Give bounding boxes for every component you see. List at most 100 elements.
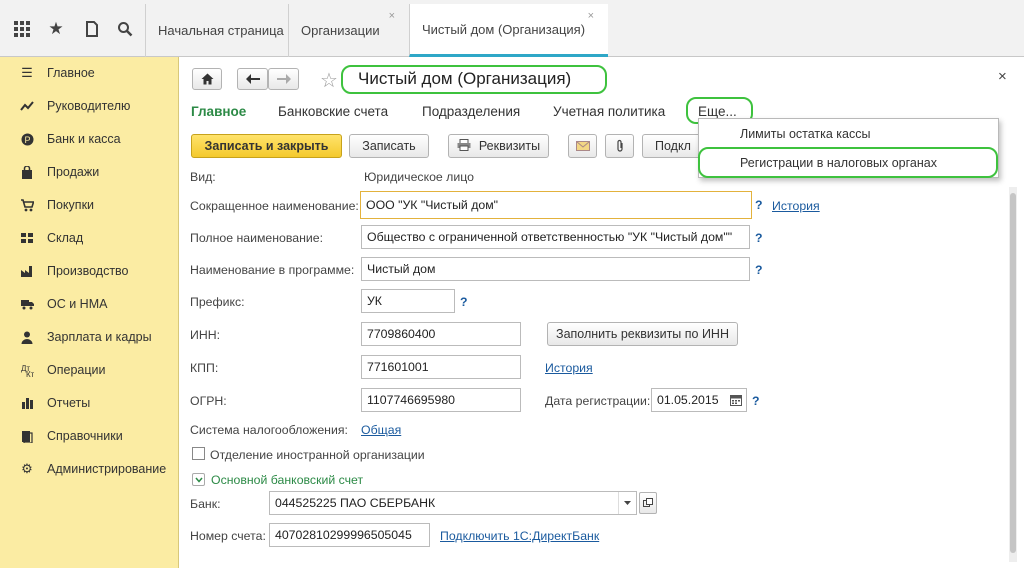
- mail-button[interactable]: [568, 134, 597, 158]
- scrollbar-thumb[interactable]: [1010, 193, 1016, 553]
- bag-icon: [19, 164, 35, 180]
- tab-main[interactable]: Главное: [191, 104, 246, 119]
- tab-home[interactable]: Начальная страница: [145, 4, 288, 57]
- sidebar-item-admin[interactable]: ⚙ Администрирование: [0, 456, 179, 482]
- program-name-label: Наименование в программе:: [190, 263, 355, 277]
- account-label: Номер счета:: [190, 529, 266, 543]
- help-icon[interactable]: ?: [755, 231, 763, 245]
- sidebar: ☰ Главное Руководителю Р Банк и касса Пр…: [0, 57, 179, 568]
- sidebar-item-warehouse[interactable]: Склад: [0, 225, 179, 251]
- open-icon: [643, 498, 653, 507]
- help-icon[interactable]: ?: [755, 198, 763, 212]
- attach-button[interactable]: [605, 134, 634, 158]
- sidebar-item-directories[interactable]: Справочники: [0, 423, 179, 449]
- ogrn-field[interactable]: 1107746695980: [361, 388, 521, 412]
- scrollbar[interactable]: [1009, 187, 1017, 562]
- search-icon[interactable]: [113, 17, 137, 41]
- truck-icon: [19, 296, 35, 312]
- arrow-left-icon: [245, 74, 260, 84]
- account-field[interactable]: 40702810299996505045: [269, 523, 430, 547]
- save-and-close-button[interactable]: Записать и закрыть: [191, 134, 342, 158]
- sidebar-item-salary[interactable]: Зарплата и кадры: [0, 324, 179, 350]
- dropdown-arrow-icon[interactable]: [618, 492, 636, 514]
- sidebar-item-label: ОС и НМА: [47, 297, 108, 311]
- save-button[interactable]: Записать: [349, 134, 429, 158]
- tab-organizations[interactable]: Организации ×: [288, 4, 409, 57]
- menu-item-cash-limits[interactable]: Лимиты остатка кассы: [740, 127, 870, 141]
- prefix-field[interactable]: УК: [361, 289, 455, 313]
- close-icon[interactable]: ×: [998, 68, 1007, 85]
- inn-label: ИНН:: [190, 328, 221, 342]
- paperclip-icon: [616, 139, 623, 152]
- chart-icon: [19, 395, 35, 411]
- full-name-field[interactable]: Общество с ограниченной ответственностью…: [361, 225, 750, 249]
- menu-item-tax-registrations[interactable]: Регистрации в налоговых органах: [740, 156, 937, 170]
- sidebar-item-reports[interactable]: Отчеты: [0, 390, 179, 416]
- sidebar-item-purchases[interactable]: Покупки: [0, 192, 179, 218]
- chevron-down-icon: [194, 477, 203, 483]
- person-icon: [19, 329, 35, 345]
- tax-system-label: Система налогообложения:: [190, 423, 348, 437]
- fill-by-inn-button[interactable]: Заполнить реквизиты по ИНН: [547, 322, 738, 346]
- tab-clean-house[interactable]: Чистый дом (Организация) ×: [409, 4, 608, 57]
- tax-system-link[interactable]: Общая: [361, 423, 401, 437]
- home-icon: [201, 73, 213, 85]
- sidebar-item-label: Зарплата и кадры: [47, 330, 152, 344]
- sidebar-item-manager[interactable]: Руководителю: [0, 93, 179, 119]
- bank-label: Банк:: [190, 497, 221, 511]
- factory-icon: [19, 263, 35, 279]
- sidebar-item-main[interactable]: ☰ Главное: [0, 60, 179, 86]
- sidebar-item-sales[interactable]: Продажи: [0, 159, 179, 185]
- more-menu-button[interactable]: Еще...: [698, 104, 737, 119]
- star-icon[interactable]: ☆: [320, 68, 338, 93]
- tab-label: Начальная страница: [158, 23, 284, 38]
- calendar-icon[interactable]: [730, 394, 742, 409]
- sidebar-item-operations[interactable]: Дт Кт Операции: [0, 357, 179, 383]
- book-icon: [19, 428, 35, 444]
- help-icon[interactable]: ?: [752, 394, 760, 408]
- close-icon[interactable]: ×: [389, 10, 395, 22]
- help-icon[interactable]: ?: [755, 263, 763, 277]
- kpp-label: КПП:: [190, 361, 219, 375]
- back-button[interactable]: [237, 68, 268, 90]
- tab-label: Организации: [301, 23, 380, 38]
- sidebar-item-assets[interactable]: ОС и НМА: [0, 291, 179, 317]
- short-name-field[interactable]: ООО "УК "Чистый дом": [360, 191, 752, 219]
- kpp-history-link[interactable]: История: [545, 361, 593, 375]
- directbank-link[interactable]: Подключить 1С:ДиректБанк: [440, 529, 599, 543]
- short-name-history-link[interactable]: История: [772, 199, 820, 213]
- star-icon[interactable]: ★: [44, 17, 68, 41]
- inn-field[interactable]: 7709860400: [361, 322, 521, 346]
- foreign-branch-checkbox[interactable]: [192, 447, 205, 460]
- ogrn-label: ОГРН:: [190, 394, 227, 408]
- tab-departments[interactable]: Подразделения: [422, 104, 520, 119]
- printer-icon: [457, 138, 471, 154]
- help-icon[interactable]: ?: [460, 295, 468, 309]
- bank-section-title[interactable]: Основной банковский счет: [211, 473, 363, 487]
- requisites-button[interactable]: Реквизиты: [448, 134, 549, 158]
- sidebar-item-production[interactable]: Производство: [0, 258, 179, 284]
- tab-accounting-policy[interactable]: Учетная политика: [553, 104, 665, 119]
- close-icon[interactable]: ×: [588, 10, 594, 22]
- home-button[interactable]: [192, 68, 222, 90]
- collapse-toggle[interactable]: [192, 473, 205, 486]
- bank-field[interactable]: 044525225 ПАО СБЕРБАНК: [269, 491, 637, 515]
- grid-icon[interactable]: [10, 17, 34, 41]
- connect-button[interactable]: Подкл: [642, 134, 702, 158]
- reg-date-label: Дата регистрации:: [545, 394, 651, 408]
- forward-button[interactable]: [268, 68, 299, 90]
- sidebar-item-bank[interactable]: Р Банк и касса: [0, 126, 179, 152]
- history-icon[interactable]: [80, 17, 104, 41]
- kpp-field[interactable]: 771601001: [361, 355, 521, 379]
- open-bank-button[interactable]: [639, 492, 657, 514]
- sidebar-item-label: Руководителю: [47, 99, 131, 113]
- top-bar: ★ Начальная страница Организации × Чисты…: [0, 0, 1024, 57]
- program-name-field[interactable]: Чистый дом: [361, 257, 750, 281]
- sidebar-item-label: Справочники: [47, 429, 123, 443]
- reg-date-field[interactable]: 01.05.2015: [651, 388, 747, 412]
- prefix-label: Префикс:: [190, 295, 245, 309]
- sidebar-item-label: Покупки: [47, 198, 95, 212]
- menu-icon: ☰: [21, 65, 33, 80]
- tab-bank-accounts[interactable]: Банковские счета: [278, 104, 388, 119]
- type-value[interactable]: Юридическое лицо: [364, 170, 474, 184]
